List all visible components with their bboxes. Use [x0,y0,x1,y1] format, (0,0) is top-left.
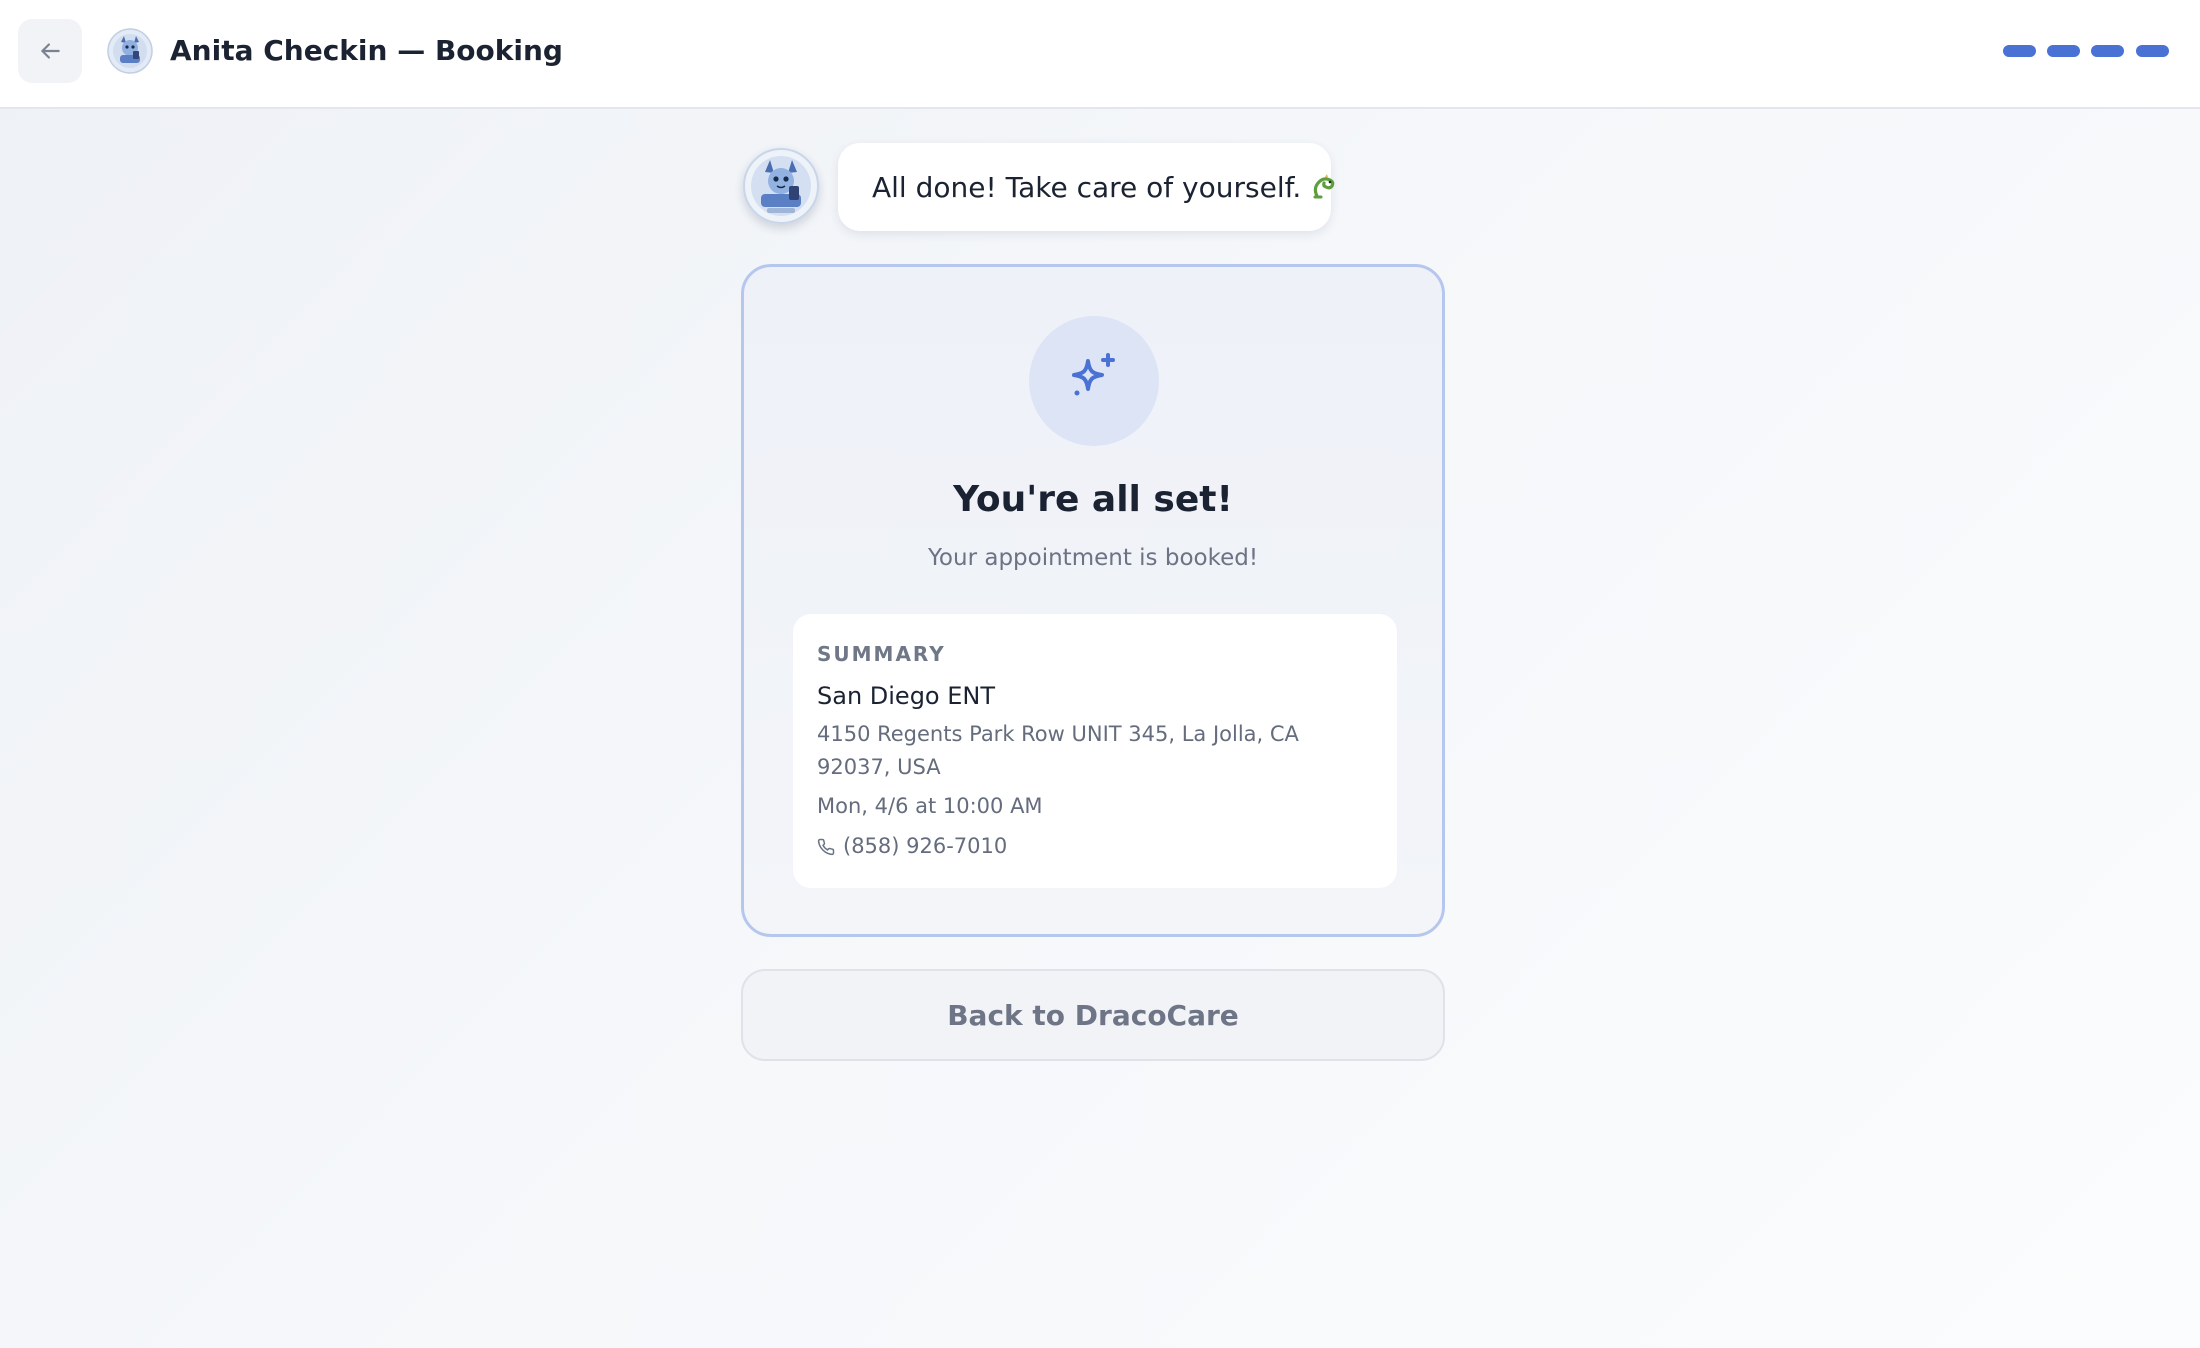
appointment-summary: SUMMARY San Diego ENT 4150 Regents Park … [793,614,1397,888]
confirmation-title: You're all set! [953,479,1233,520]
progress-step-1 [2003,45,2036,57]
sparkles-icon-badge [1029,316,1159,446]
summary-heading: SUMMARY [817,642,946,666]
progress-step-2 [2047,45,2080,57]
back-button[interactable] [18,19,82,83]
top-bar: Anita Checkin — Booking [0,0,2200,109]
assistant-message-text: All done! Take care of yourself. [872,170,1302,204]
phone-icon [817,838,835,856]
progress-step-4 [2136,45,2169,57]
booking-confirmation-card: You're all set! Your appointment is book… [741,264,1445,937]
assistant-message-bubble: All done! Take care of yourself. [838,143,1335,231]
confirmation-subtitle: Your appointment is booked! [927,545,1259,571]
progress-indicator [2003,45,2169,57]
appointment-datetime: Mon, 4/6 at 10:00 AM [817,794,1043,818]
progress-step-3 [2091,45,2124,57]
assistant-avatar [743,148,819,224]
provider-address: 4150 Regents Park Row UNIT 345, La Jolla… [817,722,1299,779]
sparkles-icon [1063,350,1125,412]
page-title: Anita Checkin — Booking [170,34,563,67]
arrow-left-icon [37,38,63,64]
provider-name: San Diego ENT [817,682,996,710]
provider-phone-row: (858) 926-7010 [817,830,1373,863]
back-to-app-button[interactable]: Back to DracoCare [741,969,1445,1061]
provider-phone[interactable]: (858) 926-7010 [843,830,1007,863]
dragon-emoji-icon [1309,172,1339,202]
dragon-mascot-avatar [107,28,153,74]
